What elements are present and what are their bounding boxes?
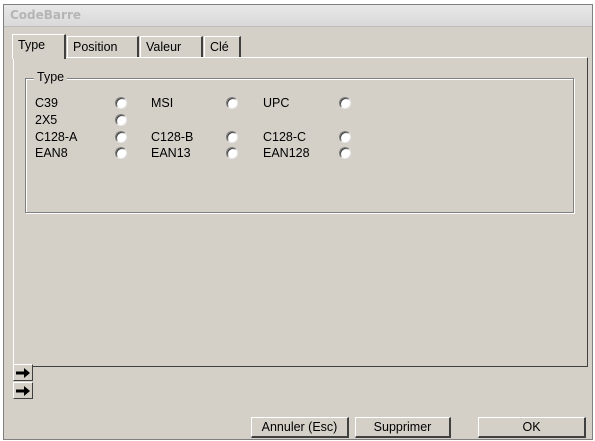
option-label-msi: MSI [151, 96, 174, 110]
tab-valeur[interactable]: Valeur [140, 36, 203, 58]
cancel-button[interactable]: Annuler (Esc) [251, 417, 349, 438]
option-label-c128-a: C128-A [35, 130, 78, 144]
tab-panel-type: Type C39 MSI UPC 2X5 C128-A C128-B C128-… [13, 57, 588, 367]
radio-c39[interactable] [115, 97, 127, 109]
option-label-c39: C39 [35, 96, 58, 110]
option-label-upc: UPC [263, 96, 290, 110]
radio-msi[interactable] [226, 97, 238, 109]
option-label-ean128: EAN128 [263, 146, 310, 160]
arrow-right-icon [16, 386, 30, 396]
option-label-2x5: 2X5 [35, 113, 58, 127]
radio-c128-a[interactable] [115, 131, 127, 143]
radio-c128-b[interactable] [226, 131, 238, 143]
radio-ean128[interactable] [339, 147, 351, 159]
type-group-label: Type [34, 70, 68, 84]
radio-ean13[interactable] [226, 147, 238, 159]
delete-button[interactable]: Supprimer [355, 417, 451, 438]
option-label-ean13: EAN13 [151, 146, 191, 160]
next-arrow-button-1[interactable] [13, 364, 33, 381]
option-label-c128-c: C128-C [263, 130, 307, 144]
tab-position[interactable]: Position [67, 36, 139, 58]
arrow-right-icon [16, 368, 30, 378]
radio-ean8[interactable] [115, 147, 127, 159]
window-title: CodeBarre [10, 8, 81, 22]
option-label-c128-b: C128-B [151, 130, 194, 144]
radio-2x5[interactable] [115, 114, 127, 126]
codebarre-window: CodeBarre Type Position Valeur Clé Type … [3, 4, 593, 440]
tab-cle[interactable]: Clé [204, 36, 241, 58]
type-groupbox: Type C39 MSI UPC 2X5 C128-A C128-B C128-… [25, 70, 574, 213]
radio-c128-c[interactable] [339, 131, 351, 143]
ok-button[interactable]: OK [478, 417, 586, 438]
radio-upc[interactable] [339, 97, 351, 109]
title-bar: CodeBarre [4, 5, 592, 27]
tab-type[interactable]: Type [12, 34, 66, 59]
option-label-ean8: EAN8 [35, 146, 68, 160]
next-arrow-button-2[interactable] [13, 382, 33, 399]
